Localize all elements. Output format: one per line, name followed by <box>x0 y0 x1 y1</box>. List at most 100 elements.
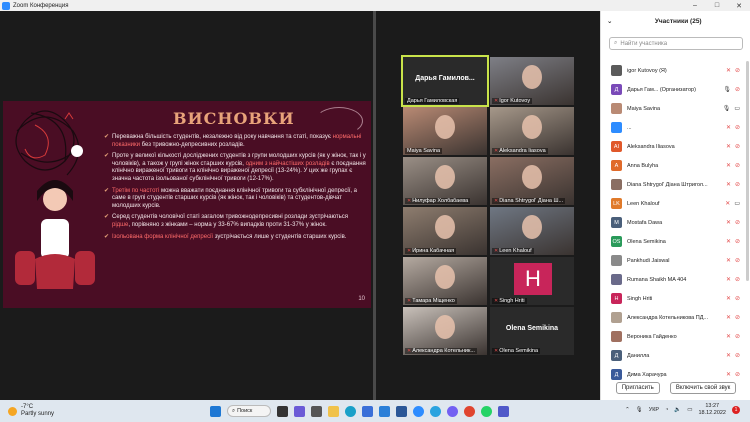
calculator-icon[interactable] <box>311 405 322 417</box>
video-tile[interactable]: H ✕Singh Hriti <box>490 257 574 305</box>
whatsapp-icon[interactable] <box>481 405 492 417</box>
camera-off-icon: ⊘ <box>734 277 740 283</box>
tile-name-label: ✕Leen Khalouf <box>492 248 534 254</box>
mic-muted-icon: ✕ <box>725 239 731 245</box>
video-tile[interactable]: Olena Semikina ✕Olena Semikina <box>490 307 574 355</box>
wifi-icon[interactable]: ◔ <box>665 407 668 413</box>
volume-icon[interactable]: 🔈 <box>674 407 681 413</box>
camera-on-icon: ▭ <box>734 106 740 112</box>
mic-muted-icon: ✕ <box>725 353 731 359</box>
chat-icon[interactable] <box>294 405 305 417</box>
participant-row[interactable]: Rumana Shaikh MA 404 ✕ ⊘ <box>601 270 746 289</box>
participant-row[interactable]: igor Kutovoy (Я) ✕ ⊘ <box>601 61 746 80</box>
tile-name-label: ✕Igor Kutovoy <box>492 98 533 104</box>
video-tile[interactable]: ✕Ирина Кабачная <box>403 207 487 255</box>
task-view-icon[interactable] <box>277 405 288 417</box>
participant-row[interactable]: OS Olena Semikina ✕ ⊘ <box>601 232 746 251</box>
video-tile[interactable]: Maiya Savina <box>403 107 487 155</box>
microphone-icon[interactable]: 🎙 <box>636 407 643 413</box>
system-tray: ⌃ 🎙 УКР ◔ 🔈 ▭ 13:27 18.12.2022 1 <box>625 403 740 417</box>
split-view-handle[interactable] <box>373 11 376 400</box>
slide-page-number: 10 <box>358 296 365 302</box>
mic-muted-icon: ✕ <box>725 144 731 150</box>
chrome-icon[interactable] <box>464 405 475 417</box>
avatar: Д <box>611 369 622 380</box>
weather-widget[interactable]: -7°C Partly sunny <box>8 404 208 418</box>
viber-icon[interactable] <box>447 405 458 417</box>
participant-row[interactable]: Александра Котельникова ПД... ✕ ⊘ <box>601 308 746 327</box>
edge-browser-icon[interactable] <box>345 405 356 417</box>
app-l-icon[interactable] <box>379 405 390 417</box>
participant-row[interactable]: A Anna Bulyha ✕ ⊘ <box>601 156 746 175</box>
telegram-icon[interactable] <box>430 405 441 417</box>
mic-muted-icon: ✕ <box>725 334 731 340</box>
zoom-app-icon[interactable] <box>413 405 424 417</box>
participant-status: ✕ ⊘ <box>726 238 740 245</box>
unmute-self-button[interactable]: Включить свой звук <box>669 382 737 394</box>
word-icon[interactable] <box>396 405 407 417</box>
participant-list-scrollbar[interactable] <box>746 61 749 281</box>
taskbar-search[interactable]: ⌕ Поиск <box>227 405 271 417</box>
participant-row[interactable]: Diana Shtrygol' Діана Штригол... ✕ ⊘ <box>601 175 746 194</box>
participant-name: Singh Hriti <box>627 295 653 302</box>
participant-search-input[interactable]: ⌕ Найти участника <box>609 37 743 50</box>
video-tile[interactable]: ✕Aleksandra Iiasova <box>490 107 574 155</box>
mic-muted-icon: ✕ <box>725 201 731 207</box>
video-tile[interactable]: ✕Diana Shtrygol' Діана Ш... <box>490 157 574 205</box>
minimize-button[interactable]: – <box>684 2 706 9</box>
participant-name: Дарья Гамиловская <box>407 98 458 104</box>
participant-status: ✕ ⊘ <box>726 181 740 188</box>
tile-name-label: ✕Olena Semikina <box>492 348 541 354</box>
camera-off-icon: ⊘ <box>734 315 740 321</box>
camera-off-icon: ⊘ <box>734 334 740 340</box>
file-explorer-icon[interactable] <box>328 405 339 417</box>
participant-row[interactable]: AI Aleksandra Iliasova ✕ ⊘ <box>601 137 746 156</box>
participant-name: Mostafa Dawa <box>627 219 663 226</box>
participant-name: Дарья Гам... (Организатор) <box>627 86 696 93</box>
store-icon[interactable] <box>362 405 373 417</box>
invite-button[interactable]: Пригласить <box>615 382 660 394</box>
participant-status: ✕ ⊘ <box>726 314 740 321</box>
participant-row[interactable]: Д Данилла ✕ ⊘ <box>601 346 746 365</box>
maximize-button[interactable]: □ <box>706 2 728 9</box>
clock[interactable]: 13:27 18.12.2022 <box>698 403 726 417</box>
video-tile[interactable]: Дарья Гамилов... Дарья Гамиловская <box>401 55 489 107</box>
participant-face <box>435 265 455 289</box>
participant-name: Нилуфар Холбабаева <box>412 198 469 204</box>
camera-off-icon: ⊘ <box>734 125 740 131</box>
window-title: Zoom Конференция <box>13 2 69 9</box>
participant-name: Diana Shtrygol' Діана Штригол... <box>627 181 708 188</box>
battery-icon[interactable]: ▭ <box>687 407 692 413</box>
input-language[interactable]: УКР <box>649 407 659 413</box>
participant-status: ✕ ⊘ <box>726 219 740 226</box>
participant-name: Александра Котельникова ПД... <box>627 314 709 321</box>
mic-on-icon: 🎙 <box>723 87 731 93</box>
participant-row[interactable]: H Singh Hriti ✕ ⊘ <box>601 289 746 308</box>
participant-name: Anna Bulyha <box>627 162 659 169</box>
participant-row[interactable]: Pankhudi Jaiswal ✕ ⊘ <box>601 251 746 270</box>
participant-row[interactable]: ... ✕ ⊘ <box>601 118 746 137</box>
participant-name: Дима Харачура <box>627 371 667 378</box>
video-tile[interactable]: ✕Александра Котельник... <box>403 307 487 355</box>
teams-icon[interactable] <box>498 405 509 417</box>
video-tile[interactable]: ✕Тамара Міщенко <box>403 257 487 305</box>
chevron-up-icon[interactable]: ⌃ <box>625 407 630 413</box>
avatar: H <box>514 263 552 295</box>
participant-row[interactable]: Д Дарья Гам... (Организатор) 🎙 ⊘ <box>601 80 746 99</box>
participant-name: Pankhudi Jaiswal <box>627 257 670 264</box>
video-tile[interactable]: ✕Igor Kutovoy <box>490 57 574 105</box>
close-button[interactable]: ✕ <box>728 2 750 10</box>
participant-row[interactable]: LK Leen Khalouf ✕ ▭ <box>601 194 746 213</box>
participant-row[interactable]: M Mostafa Dawa ✕ ⊘ <box>601 213 746 232</box>
video-tile[interactable]: ✕Leen Khalouf <box>490 207 574 255</box>
mic-muted-icon: ✕ <box>407 348 412 354</box>
participant-face <box>435 315 455 339</box>
start-menu-icon[interactable] <box>210 405 221 417</box>
sun-icon <box>8 406 17 416</box>
video-tile[interactable]: ✕Нилуфар Холбабаева <box>403 157 487 205</box>
participant-row[interactable]: Maiya Savina 🎙 ▭ <box>601 99 746 118</box>
participant-row[interactable]: Вероника Гайденко ✕ ⊘ <box>601 327 746 346</box>
notification-badge[interactable]: 1 <box>732 406 740 414</box>
mic-muted-icon: ✕ <box>494 148 499 154</box>
participant-status: 🎙 ⊘ <box>723 86 740 93</box>
